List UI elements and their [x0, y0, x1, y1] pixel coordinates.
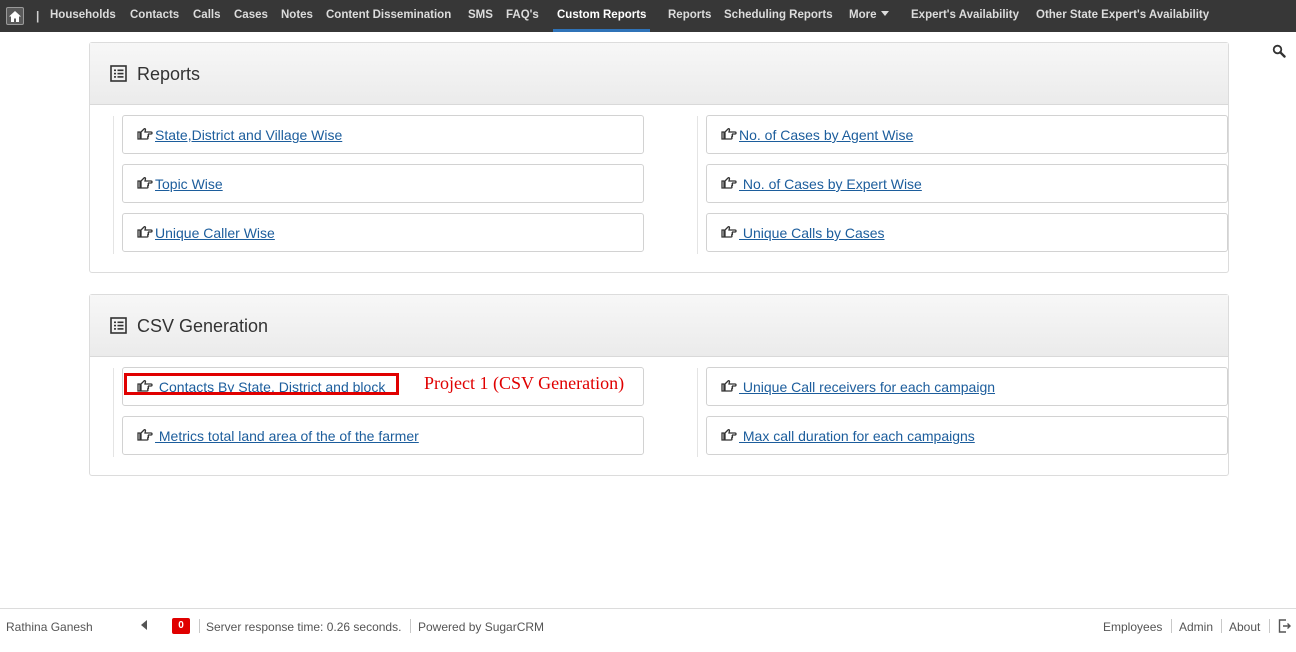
notification-badge[interactable]: 0 [172, 618, 190, 634]
link-topic-wise[interactable]: Topic Wise [155, 176, 223, 192]
footer-divider [1269, 619, 1270, 633]
nav-custom-reports[interactable]: Custom Reports [553, 0, 651, 32]
powered-by: Powered by SugarCRM [418, 620, 545, 634]
list-icon [110, 317, 127, 334]
hand-pointer-icon [137, 428, 153, 441]
link-unique-caller-wise[interactable]: Unique Caller Wise [155, 225, 275, 241]
nav-experts-availability[interactable]: Expert's Availability [911, 9, 1019, 23]
column-divider [697, 368, 698, 457]
csv-panel-header: CSV Generation [90, 295, 1228, 357]
csv-cell: Max call duration for each campaigns [706, 416, 1228, 455]
home-icon[interactable] [6, 7, 24, 25]
footer-divider [1221, 619, 1222, 633]
reports-panel-title: Reports [137, 64, 201, 84]
csv-cell: Metrics total land area of the of the fa… [122, 416, 644, 455]
logout-icon[interactable] [1278, 619, 1291, 633]
report-cell: No. of Cases by Expert Wise [706, 164, 1228, 203]
link-unique-calls-by-cases[interactable]: Unique Calls by Cases [739, 225, 885, 241]
hand-pointer-icon [721, 225, 737, 238]
report-cell: State,District and Village Wise [122, 115, 644, 154]
nav-content-dissemination[interactable]: Content Dissemination [326, 9, 451, 23]
column-divider [113, 116, 114, 254]
link-metrics-total-land-area[interactable]: Metrics total land area of the of the fa… [155, 428, 419, 444]
link-unique-call-receivers[interactable]: Unique Call receivers for each campaign [739, 379, 995, 395]
reports-panel-header: Reports [90, 43, 1228, 105]
hand-pointer-icon [137, 225, 153, 238]
nav-separator: | [36, 9, 40, 23]
highlight-box [124, 373, 399, 395]
hand-pointer-icon [137, 176, 153, 189]
list-icon [110, 65, 127, 82]
nav-faqs[interactable]: FAQ's [506, 9, 539, 23]
nav-households[interactable]: Households [50, 9, 116, 23]
caret-left-icon[interactable] [141, 620, 147, 630]
footer-link-about[interactable]: About [1229, 620, 1260, 634]
link-cases-by-agent-wise[interactable]: No. of Cases by Agent Wise [739, 127, 913, 143]
footer: Rathina Ganesh 0 Server response time: 0… [0, 608, 1296, 652]
annotation-label: Project 1 (CSV Generation) [424, 373, 625, 393]
link-cases-by-expert-wise[interactable]: No. of Cases by Expert Wise [739, 176, 922, 192]
csv-panel-title: CSV Generation [137, 316, 269, 336]
link-max-call-duration[interactable]: Max call duration for each campaigns [739, 428, 975, 444]
server-response-time: Server response time: 0.26 seconds. [206, 620, 402, 634]
nav-scheduling-reports[interactable]: Scheduling Reports [724, 9, 833, 23]
footer-divider [199, 619, 200, 633]
nav-sms[interactable]: SMS [468, 9, 493, 23]
nav-cases[interactable]: Cases [234, 9, 268, 23]
footer-link-admin[interactable]: Admin [1179, 620, 1213, 634]
report-cell: No. of Cases by Agent Wise [706, 115, 1228, 154]
column-divider [113, 368, 114, 457]
nav-calls[interactable]: Calls [193, 9, 221, 23]
hand-pointer-icon [721, 379, 737, 392]
csv-cell: Unique Call receivers for each campaign [706, 367, 1228, 406]
nav-more-label: More [849, 9, 877, 21]
hand-pointer-icon [721, 428, 737, 441]
report-cell: Topic Wise [122, 164, 644, 203]
search-icon[interactable] [1272, 44, 1286, 58]
hand-pointer-icon [721, 176, 737, 189]
footer-divider [410, 619, 411, 633]
current-user[interactable]: Rathina Ganesh [6, 620, 93, 634]
footer-link-employees[interactable]: Employees [1103, 620, 1162, 634]
link-state-district-village-wise[interactable]: State,District and Village Wise [155, 127, 342, 143]
report-cell: Unique Calls by Cases [706, 213, 1228, 252]
hand-pointer-icon [137, 127, 153, 140]
nav-notes[interactable]: Notes [281, 9, 313, 23]
hand-pointer-icon [721, 127, 737, 140]
column-divider [697, 116, 698, 254]
nav-contacts[interactable]: Contacts [130, 9, 179, 23]
top-nav-bar: | Households Contacts Calls Cases Notes … [0, 0, 1296, 32]
chevron-down-icon [881, 11, 890, 16]
nav-reports[interactable]: Reports [668, 9, 711, 23]
report-cell: Unique Caller Wise [122, 213, 644, 252]
nav-custom-reports-label: Custom Reports [557, 9, 647, 21]
nav-more[interactable]: More [849, 9, 890, 23]
footer-divider [1171, 619, 1172, 633]
nav-other-state-experts-availability[interactable]: Other State Expert's Availability [1036, 9, 1209, 23]
